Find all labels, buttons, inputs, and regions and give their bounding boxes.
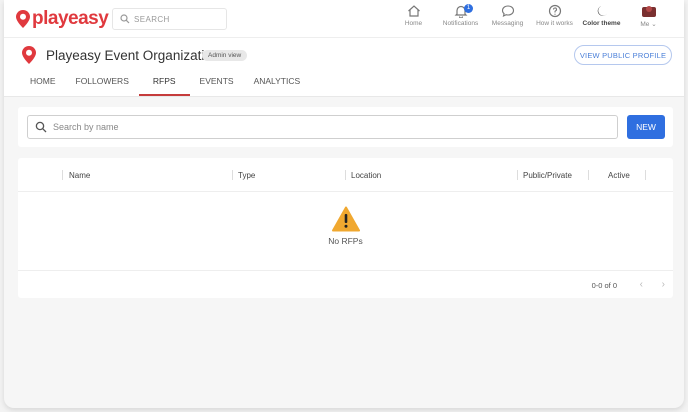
table-header: Name Type Location Public/Private Active [18,158,673,192]
search-placeholder: SEARCH [134,14,170,24]
search-icon [35,121,47,133]
chevron-down-icon: ⌄ [651,21,657,28]
nav-me-label: Me ⌄ [640,20,656,28]
column-header-active[interactable]: Active [608,171,630,180]
nav-notifications[interactable]: 1 Notifications [437,4,484,28]
empty-state: No RFPs [18,206,673,246]
column-divider [345,170,346,180]
global-search-input[interactable]: SEARCH [112,8,227,30]
logo-text: playeasy [32,8,109,29]
org-tabs: HOME FOLLOWERS RFPS EVENTS ANALYTICS [20,76,310,96]
rfp-table: Name Type Location Public/Private Active… [18,158,673,298]
nav-items: Home 1 Notifications Messaging How it wo… [390,4,672,28]
rfp-search-input[interactable]: Search by name [27,115,618,139]
column-header-name[interactable]: Name [69,171,90,180]
column-header-type[interactable]: Type [238,171,255,180]
org-name: Playeasy Event Organization [46,48,220,63]
org-header: Playeasy Event Organization Admin view V… [4,38,684,97]
tab-analytics[interactable]: ANALYTICS [244,76,311,96]
notification-badge: 1 [464,4,473,13]
nav-me[interactable]: Me ⌄ [625,4,672,28]
column-divider [62,170,63,180]
nav-color-theme[interactable]: Color theme [578,4,625,28]
chat-icon [501,5,514,18]
home-icon [407,5,420,17]
nav-messaging-label: Messaging [491,20,524,27]
tab-rfps[interactable]: RFPS [138,76,190,96]
column-divider [645,170,646,180]
warning-icon [331,206,360,232]
tab-events[interactable]: EVENTS [190,76,244,96]
logo-pin-icon [16,10,30,28]
nav-how-it-works[interactable]: How it works [531,4,578,28]
table-footer: 0-0 of 0 ‹ › [18,270,673,299]
nav-color-theme-label: Color theme [582,20,621,27]
org-avatar-icon [22,46,36,64]
nav-notifications-label: Notifications [442,20,479,27]
avatar-icon [641,6,656,17]
tab-home[interactable]: HOME [20,76,66,96]
pagination-info: 0-0 of 0 [591,281,617,290]
nav-how-it-works-label: How it works [536,20,573,27]
tab-followers[interactable]: FOLLOWERS [66,76,139,96]
moon-icon [597,6,607,16]
column-header-public-private[interactable]: Public/Private [523,171,572,180]
new-rfp-button[interactable]: NEW [627,115,665,139]
admin-view-badge: Admin view [202,50,248,61]
search-icon [120,14,130,24]
app-window: playeasy SEARCH Home 1 Notifications Mes… [4,0,684,408]
column-header-location[interactable]: Location [351,171,381,180]
rfp-search-card: Search by name NEW [18,107,673,147]
rfp-search-placeholder: Search by name [53,122,119,132]
chevron-left-icon[interactable]: ‹ [640,279,643,290]
nav-home[interactable]: Home [390,4,437,28]
column-divider [588,170,589,180]
top-navbar: playeasy SEARCH Home 1 Notifications Mes… [4,0,684,38]
nav-home-label: Home [404,20,423,27]
chevron-right-icon[interactable]: › [662,279,665,290]
nav-messaging[interactable]: Messaging [484,4,531,28]
column-divider [232,170,233,180]
help-icon [548,4,561,18]
empty-message: No RFPs [328,236,363,246]
nav-me-text: Me [640,21,650,28]
logo[interactable]: playeasy [16,8,109,30]
view-public-profile-button[interactable]: VIEW PUBLIC PROFILE [574,45,672,65]
column-divider [517,170,518,180]
